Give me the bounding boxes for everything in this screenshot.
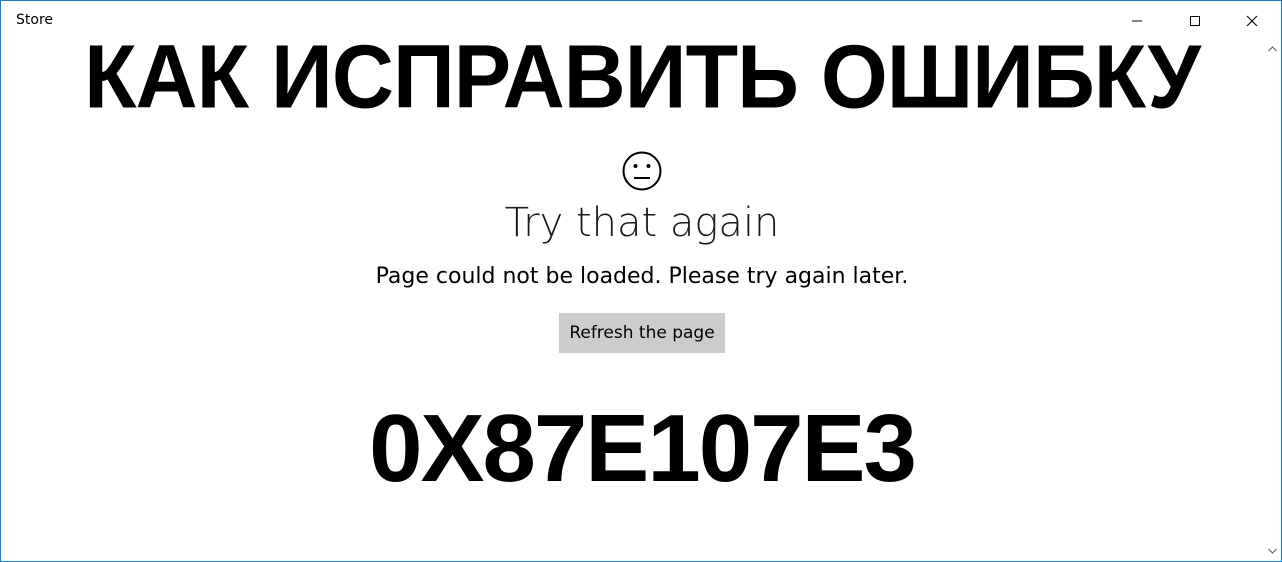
maximize-icon <box>1190 16 1200 26</box>
close-icon <box>1246 15 1258 27</box>
overlay-headline: КАК ИСПРАВИТЬ ОШИБКУ <box>84 26 1201 128</box>
refresh-page-button[interactable]: Refresh the page <box>559 313 725 353</box>
error-message: Page could not be loaded. Please try aga… <box>375 264 909 289</box>
window-title: Store <box>16 12 54 28</box>
scroll-down-button[interactable] <box>1265 543 1280 558</box>
scroll-up-arrow-icon <box>1268 45 1277 51</box>
overlay-error-code: 0X87E107E3 <box>369 395 917 502</box>
sad-face-icon <box>622 151 662 191</box>
scroll-down-arrow-icon <box>1268 548 1277 554</box>
vertical-scrollbar[interactable] <box>1265 41 1280 560</box>
error-heading: Try that again <box>504 200 780 246</box>
store-window: Store КАК ИСПРАВИТЬ ОШИБКУ Try that agai… <box>0 0 1282 562</box>
scroll-up-button[interactable] <box>1265 41 1280 56</box>
minimize-icon <box>1132 20 1142 22</box>
